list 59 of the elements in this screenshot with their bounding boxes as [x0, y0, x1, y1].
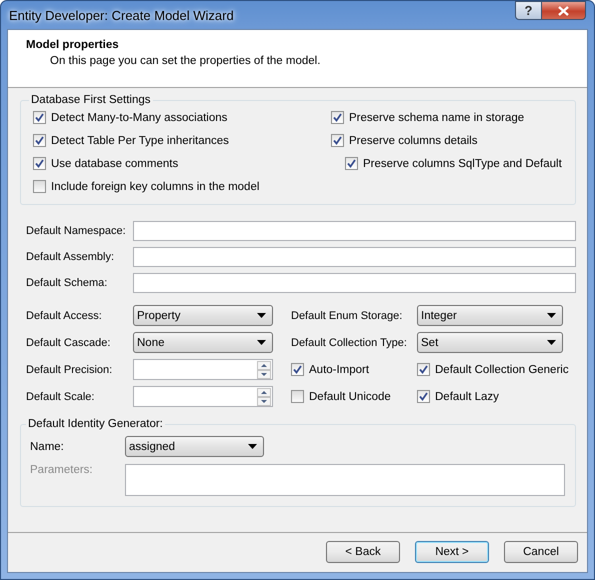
checkbox-label: Preserve columns details: [349, 134, 478, 146]
group-title: Database First Settings: [30, 94, 152, 106]
window-title: Entity Developer: Create Model Wizard: [9, 8, 234, 23]
checkbox-label: Include foreign key columns in the model: [51, 180, 260, 192]
dropdown[interactable]: None: [133, 332, 273, 353]
checkbox-label: Default Collection Generic: [435, 364, 569, 376]
field-label: Default Namespace:: [26, 225, 127, 237]
checkbox-label: Use database comments: [51, 158, 178, 170]
field-label: Default Collection Type:: [291, 336, 408, 348]
checkbox-label: Detect Table Per Type inheritances: [51, 134, 229, 146]
dropdown[interactable]: Property: [133, 305, 273, 326]
dropdown[interactable]: assigned: [125, 436, 264, 457]
text-field[interactable]: [133, 247, 576, 267]
field-label: Parameters:: [30, 464, 94, 476]
checkbox-label: Default Lazy: [435, 390, 499, 402]
caret-icon: [547, 340, 556, 345]
checkbox[interactable]: [291, 390, 304, 403]
close-icon: [558, 6, 569, 16]
checkbox-label: Preserve schema name in storage: [349, 112, 524, 124]
dropdown[interactable]: Integer: [417, 305, 563, 326]
caret-icon: [547, 313, 556, 318]
field-label: Name:: [30, 440, 65, 452]
checkbox[interactable]: [331, 134, 344, 147]
spin-arrows-icon: [257, 388, 271, 406]
checkbox[interactable]: [331, 111, 344, 124]
checkbox[interactable]: [291, 363, 304, 376]
field-label: Default Scale:: [26, 390, 96, 402]
field-label: Default Assembly:: [26, 251, 116, 263]
field-label: Default Enum Storage:: [291, 310, 404, 322]
checkbox[interactable]: [33, 134, 46, 147]
checkbox[interactable]: [33, 111, 46, 124]
field-label: Default Schema:: [26, 277, 108, 289]
wizard-button[interactable]: < Back: [326, 540, 400, 562]
field-label: Default Precision:: [26, 364, 114, 376]
field-label: Default Access:: [26, 310, 103, 322]
page-description: On this page you can set the properties of the model.: [50, 55, 322, 67]
checkbox[interactable]: [33, 180, 46, 193]
spin-arrows-icon: [257, 360, 271, 378]
field-label: Default Cascade:: [26, 336, 112, 348]
wizard-button[interactable]: Next >: [415, 540, 489, 562]
caret-icon: [257, 313, 266, 318]
caret-icon: [257, 340, 266, 345]
wizard-button[interactable]: Cancel: [504, 540, 578, 562]
checkbox-label: Detect Many-to-Many associations: [51, 112, 228, 124]
checkbox[interactable]: [345, 157, 358, 170]
dropdown[interactable]: Set: [417, 332, 563, 353]
checkbox[interactable]: [33, 157, 46, 170]
checkbox[interactable]: [417, 390, 430, 403]
page-title: Model properties: [26, 39, 120, 51]
help-button[interactable]: ?: [515, 1, 542, 20]
close-button[interactable]: [542, 1, 586, 20]
text-field[interactable]: [133, 273, 576, 293]
group-title: Default Identity Generator:: [27, 418, 164, 430]
checkbox-label: Preserve columns SqlType and Default: [363, 158, 562, 170]
checkbox[interactable]: [417, 363, 430, 376]
text-field[interactable]: [133, 221, 576, 241]
caret-icon: [248, 444, 257, 449]
checkbox-label: Auto-Import: [309, 364, 370, 376]
checkbox-label: Default Unicode: [309, 390, 391, 402]
